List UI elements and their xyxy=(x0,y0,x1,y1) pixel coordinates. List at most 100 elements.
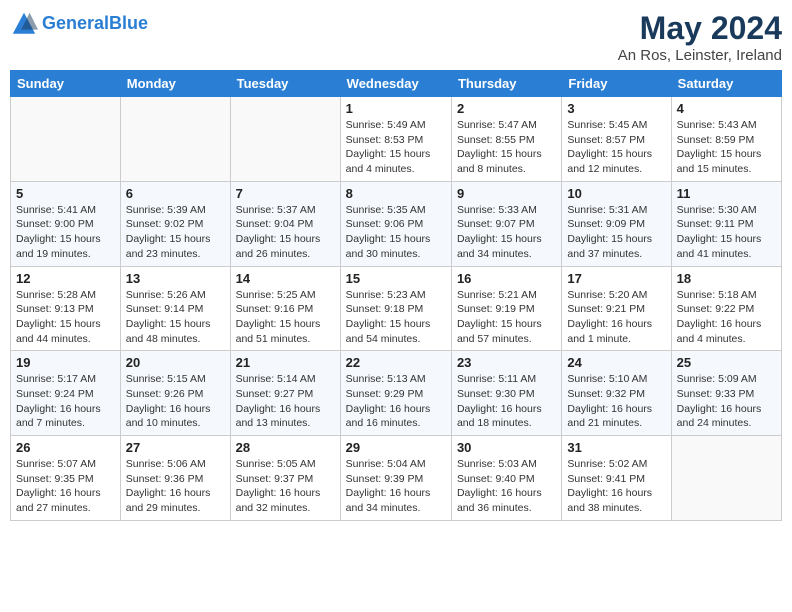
header: GeneralBlue May 2024 An Ros, Leinster, I… xyxy=(10,10,782,64)
day-number: 13 xyxy=(126,271,225,286)
calendar-cell: 17 Sunrise: 5:20 AM Sunset: 9:21 PM Dayli… xyxy=(562,266,671,351)
calendar-cell: 14 Sunrise: 5:25 AM Sunset: 9:16 PM Dayli… xyxy=(230,266,340,351)
logo-line2: Blue xyxy=(109,13,148,33)
day-number: 6 xyxy=(126,186,225,201)
weekday-header-row: SundayMondayTuesdayWednesdayThursdayFrid… xyxy=(11,71,782,97)
day-info: Sunrise: 5:02 AM Sunset: 9:41 PM Dayligh… xyxy=(567,457,665,516)
day-number: 24 xyxy=(567,355,665,370)
calendar-cell xyxy=(671,436,781,521)
day-number: 1 xyxy=(346,101,446,116)
calendar-cell: 4 Sunrise: 5:43 AM Sunset: 8:59 PM Daylig… xyxy=(671,97,781,182)
day-number: 4 xyxy=(677,101,776,116)
day-number: 22 xyxy=(346,355,446,370)
calendar-cell: 26Sunrise: 5:07 AM Sunset: 9:35 PM Dayli… xyxy=(11,436,121,521)
calendar-cell: 9 Sunrise: 5:33 AM Sunset: 9:07 PM Daylig… xyxy=(451,181,561,266)
weekday-header-sunday: Sunday xyxy=(11,71,121,97)
week-row-4: 19Sunrise: 5:17 AM Sunset: 9:24 PM Dayli… xyxy=(11,351,782,436)
logo: GeneralBlue xyxy=(10,10,148,38)
day-number: 20 xyxy=(126,355,225,370)
day-number: 29 xyxy=(346,440,446,455)
day-info: Sunrise: 5:20 AM Sunset: 9:21 PM Dayligh… xyxy=(567,288,665,347)
day-number: 15 xyxy=(346,271,446,286)
day-number: 12 xyxy=(16,271,115,286)
day-info: Sunrise: 5:09 AM Sunset: 9:33 PM Dayligh… xyxy=(677,372,776,431)
day-number: 31 xyxy=(567,440,665,455)
day-info: Sunrise: 5:30 AM Sunset: 9:11 PM Dayligh… xyxy=(677,203,776,262)
day-number: 10 xyxy=(567,186,665,201)
calendar-cell: 19Sunrise: 5:17 AM Sunset: 9:24 PM Dayli… xyxy=(11,351,121,436)
calendar-cell xyxy=(230,97,340,182)
weekday-header-monday: Monday xyxy=(120,71,230,97)
calendar-cell xyxy=(120,97,230,182)
calendar-cell: 11Sunrise: 5:30 AM Sunset: 9:11 PM Dayli… xyxy=(671,181,781,266)
calendar-cell: 8Sunrise: 5:35 AM Sunset: 9:06 PM Daylig… xyxy=(340,181,451,266)
calendar-cell: 23Sunrise: 5:11 AM Sunset: 9:30 PM Dayli… xyxy=(451,351,561,436)
day-info: Sunrise: 5:18 AM Sunset: 9:22 PM Dayligh… xyxy=(677,288,776,347)
day-info: Sunrise: 5:11 AM Sunset: 9:30 PM Dayligh… xyxy=(457,372,556,431)
day-number: 17 xyxy=(567,271,665,286)
weekday-header-tuesday: Tuesday xyxy=(230,71,340,97)
calendar-cell: 20 Sunrise: 5:15 AM Sunset: 9:26 PM Dayli… xyxy=(120,351,230,436)
day-info: Sunrise: 5:25 AM Sunset: 9:16 PM Dayligh… xyxy=(236,288,335,347)
day-info: Sunrise: 5:43 AM Sunset: 8:59 PM Dayligh… xyxy=(677,118,776,177)
week-row-5: 26Sunrise: 5:07 AM Sunset: 9:35 PM Dayli… xyxy=(11,436,782,521)
day-info: Sunrise: 5:37 AM Sunset: 9:04 PM Dayligh… xyxy=(236,203,335,262)
day-number: 19 xyxy=(16,355,115,370)
day-info: Sunrise: 5:06 AM Sunset: 9:36 PM Dayligh… xyxy=(126,457,225,516)
logo-line1: General xyxy=(42,13,109,33)
day-info: Sunrise: 5:35 AM Sunset: 9:06 PM Dayligh… xyxy=(346,203,446,262)
day-number: 2 xyxy=(457,101,556,116)
day-number: 27 xyxy=(126,440,225,455)
day-info: Sunrise: 5:14 AM Sunset: 9:27 PM Dayligh… xyxy=(236,372,335,431)
calendar-cell: 27 Sunrise: 5:06 AM Sunset: 9:36 PM Dayli… xyxy=(120,436,230,521)
calendar-cell: 10 Sunrise: 5:31 AM Sunset: 9:09 PM Dayli… xyxy=(562,181,671,266)
day-number: 5 xyxy=(16,186,115,201)
day-number: 21 xyxy=(236,355,335,370)
calendar-cell: 24 Sunrise: 5:10 AM Sunset: 9:32 PM Dayli… xyxy=(562,351,671,436)
day-info: Sunrise: 5:04 AM Sunset: 9:39 PM Dayligh… xyxy=(346,457,446,516)
weekday-header-thursday: Thursday xyxy=(451,71,561,97)
day-info: Sunrise: 5:49 AM Sunset: 8:53 PM Dayligh… xyxy=(346,118,446,177)
day-info: Sunrise: 5:23 AM Sunset: 9:18 PM Dayligh… xyxy=(346,288,446,347)
calendar-cell: 31 Sunrise: 5:02 AM Sunset: 9:41 PM Dayli… xyxy=(562,436,671,521)
calendar-cell: 16 Sunrise: 5:21 AM Sunset: 9:19 PM Dayli… xyxy=(451,266,561,351)
calendar-cell: 12 Sunrise: 5:28 AM Sunset: 9:13 PM Dayli… xyxy=(11,266,121,351)
day-info: Sunrise: 5:13 AM Sunset: 9:29 PM Dayligh… xyxy=(346,372,446,431)
calendar-cell: 13Sunrise: 5:26 AM Sunset: 9:14 PM Dayli… xyxy=(120,266,230,351)
week-row-2: 5 Sunrise: 5:41 AM Sunset: 9:00 PM Daylig… xyxy=(11,181,782,266)
calendar-cell xyxy=(11,97,121,182)
calendar-cell: 7Sunrise: 5:37 AM Sunset: 9:04 PM Daylig… xyxy=(230,181,340,266)
logo-icon xyxy=(10,10,38,38)
day-number: 25 xyxy=(677,355,776,370)
day-info: Sunrise: 5:28 AM Sunset: 9:13 PM Dayligh… xyxy=(16,288,115,347)
day-info: Sunrise: 5:33 AM Sunset: 9:07 PM Dayligh… xyxy=(457,203,556,262)
day-number: 14 xyxy=(236,271,335,286)
calendar-cell: 5 Sunrise: 5:41 AM Sunset: 9:00 PM Daylig… xyxy=(11,181,121,266)
calendar-table: SundayMondayTuesdayWednesdayThursdayFrid… xyxy=(10,70,782,521)
calendar-cell: 28 Sunrise: 5:05 AM Sunset: 9:37 PM Dayli… xyxy=(230,436,340,521)
calendar-cell: 15 Sunrise: 5:23 AM Sunset: 9:18 PM Dayli… xyxy=(340,266,451,351)
day-info: Sunrise: 5:45 AM Sunset: 8:57 PM Dayligh… xyxy=(567,118,665,177)
month-title: May 2024 xyxy=(618,10,782,47)
day-number: 18 xyxy=(677,271,776,286)
day-number: 30 xyxy=(457,440,556,455)
day-number: 3 xyxy=(567,101,665,116)
calendar-cell: 3 Sunrise: 5:45 AM Sunset: 8:57 PM Daylig… xyxy=(562,97,671,182)
calendar-cell: 18 Sunrise: 5:18 AM Sunset: 9:22 PM Dayli… xyxy=(671,266,781,351)
day-info: Sunrise: 5:03 AM Sunset: 9:40 PM Dayligh… xyxy=(457,457,556,516)
day-info: Sunrise: 5:47 AM Sunset: 8:55 PM Dayligh… xyxy=(457,118,556,177)
day-info: Sunrise: 5:07 AM Sunset: 9:35 PM Dayligh… xyxy=(16,457,115,516)
day-info: Sunrise: 5:05 AM Sunset: 9:37 PM Dayligh… xyxy=(236,457,335,516)
day-info: Sunrise: 5:41 AM Sunset: 9:00 PM Dayligh… xyxy=(16,203,115,262)
day-number: 16 xyxy=(457,271,556,286)
day-number: 9 xyxy=(457,186,556,201)
day-info: Sunrise: 5:10 AM Sunset: 9:32 PM Dayligh… xyxy=(567,372,665,431)
day-number: 28 xyxy=(236,440,335,455)
day-info: Sunrise: 5:15 AM Sunset: 9:26 PM Dayligh… xyxy=(126,372,225,431)
week-row-1: 1 Sunrise: 5:49 AM Sunset: 8:53 PM Daylig… xyxy=(11,97,782,182)
calendar-cell: 29 Sunrise: 5:04 AM Sunset: 9:39 PM Dayli… xyxy=(340,436,451,521)
day-info: Sunrise: 5:39 AM Sunset: 9:02 PM Dayligh… xyxy=(126,203,225,262)
day-info: Sunrise: 5:31 AM Sunset: 9:09 PM Dayligh… xyxy=(567,203,665,262)
weekday-header-friday: Friday xyxy=(562,71,671,97)
day-info: Sunrise: 5:21 AM Sunset: 9:19 PM Dayligh… xyxy=(457,288,556,347)
